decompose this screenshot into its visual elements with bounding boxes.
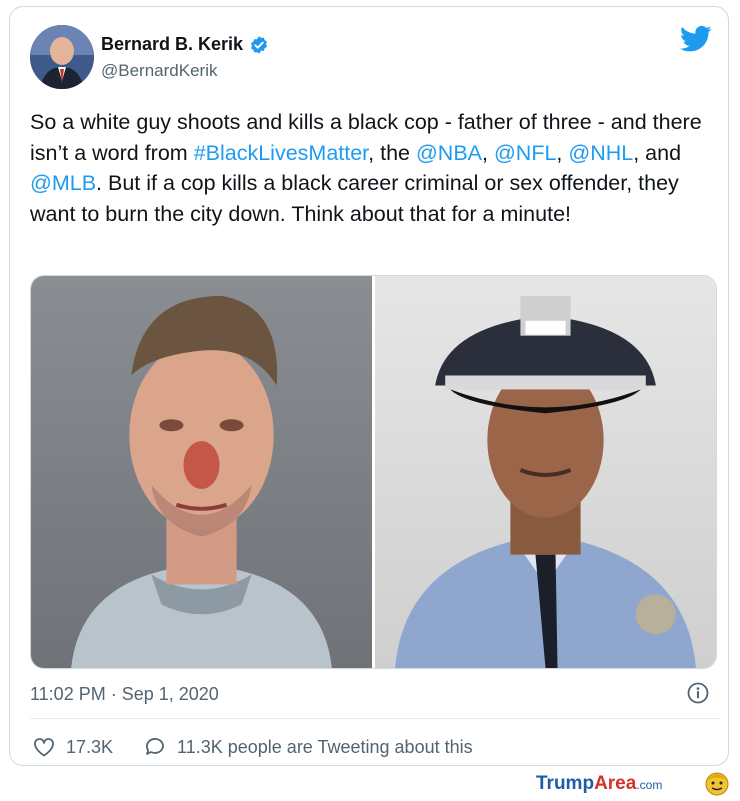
text-segment: . But if a cop kills a black career crim… <box>30 171 679 226</box>
watermark-part: Trump <box>536 773 595 794</box>
watermark-part: .com <box>636 778 663 792</box>
divider <box>30 718 720 719</box>
text-segment: , <box>556 140 569 165</box>
author-name[interactable]: Bernard B. Kerik <box>101 34 243 55</box>
verified-badge-icon <box>249 35 269 55</box>
like-count: 17.3K <box>66 736 114 757</box>
mention-link[interactable]: @MLB <box>30 171 96 195</box>
mention-link[interactable]: @NBA <box>416 141 482 165</box>
text-segment: , the <box>368 140 416 165</box>
tweet-timestamp[interactable]: 11:02 PM · Sep 1, 2020 <box>30 684 219 705</box>
mugshot-photo[interactable] <box>31 276 372 668</box>
hashtag-link[interactable]: #BlackLivesMatter <box>194 141 368 165</box>
tweeting-about-text: 11.3K people are Tweeting about this <box>177 736 473 757</box>
tweet-media[interactable] <box>30 275 717 669</box>
watermark-part: Area <box>594 773 637 794</box>
conversation-button[interactable]: 11.3K people are Tweeting about this <box>143 735 473 759</box>
twitter-bird-icon[interactable] <box>680 25 712 53</box>
mention-link[interactable]: @NFL <box>494 141 556 165</box>
author-handle[interactable]: @BernardKerik <box>101 61 217 81</box>
mention-link[interactable]: @NHL <box>568 141 633 165</box>
like-button[interactable]: 17.3K <box>32 735 113 759</box>
heart-icon <box>34 738 54 757</box>
tweet-card: Bernard B. Kerik @BernardKerik So a whit… <box>9 6 729 766</box>
officer-portrait-photo[interactable] <box>375 276 716 668</box>
text-segment: , <box>482 140 494 165</box>
tweet-actions: 17.3K 11.3K people are Tweeting about th… <box>32 732 503 762</box>
author-avatar[interactable] <box>30 25 94 89</box>
watermark: TrumpArea.com <box>536 773 662 795</box>
text-segment: , and <box>633 140 682 165</box>
speech-bubble-icon <box>146 738 164 755</box>
watermark-logo-icon <box>704 770 730 796</box>
info-icon[interactable] <box>686 681 710 705</box>
tweet-text: So a white guy shoots and kills a black … <box>30 107 720 229</box>
